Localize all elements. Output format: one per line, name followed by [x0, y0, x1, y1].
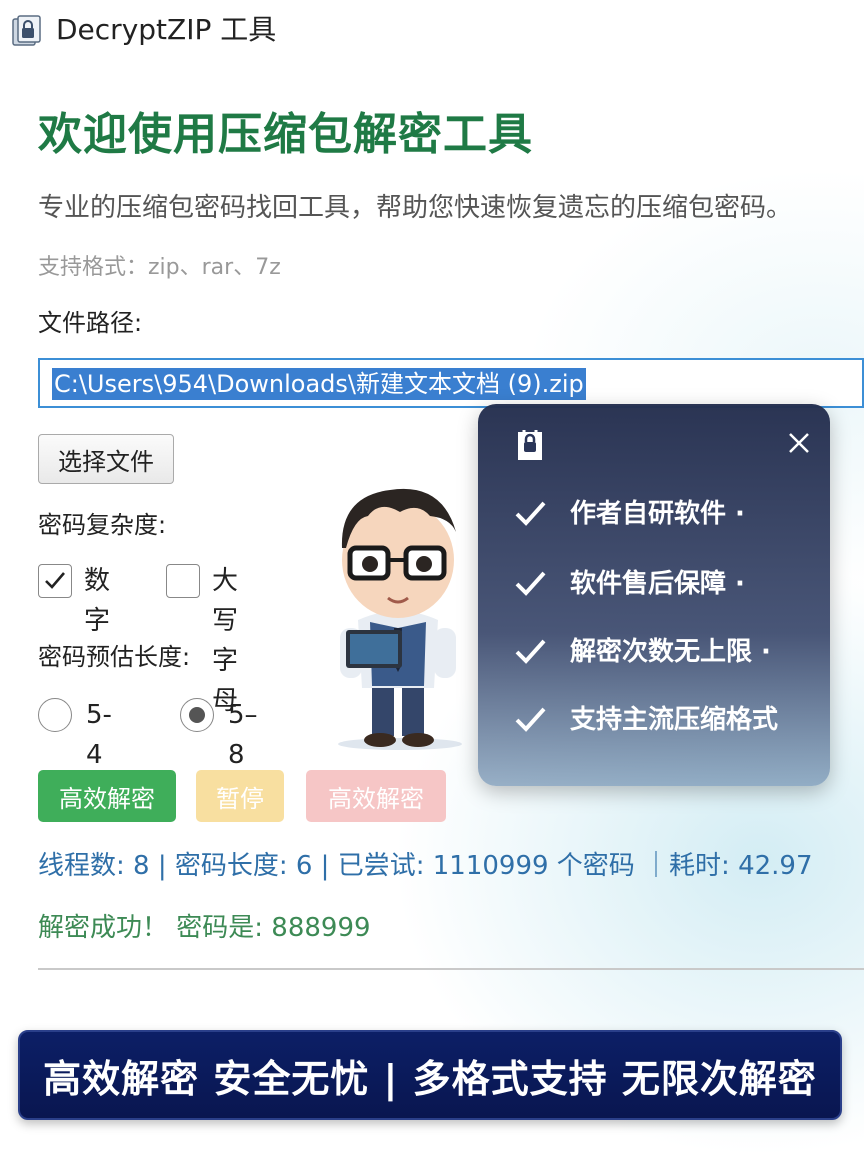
digits-checkbox[interactable]: [38, 564, 72, 598]
radio-selected-dot: [189, 707, 205, 723]
check-icon: [515, 571, 546, 596]
file-path-value: C:\Users\954\Downloads\新建文本文档 (9).zip: [52, 368, 586, 400]
feature-label: 软件售后保障 ·: [570, 569, 745, 599]
divider: [38, 968, 864, 970]
popup-logo-icon: [518, 430, 542, 460]
complexity-label: 密码复杂度:: [38, 511, 167, 539]
progress-stats: 线程数: 8 | 密码长度: 6 | 已尝试: 1110999 个密码 ｜耗时:…: [38, 851, 813, 881]
decrypt-button[interactable]: 高效解密: [38, 770, 176, 822]
feature-label: 解密次数无上限 ·: [570, 637, 771, 667]
file-path-input[interactable]: C:\Users\954\Downloads\新建文本文档 (9).zip: [38, 358, 864, 408]
check-icon: [515, 501, 546, 526]
feature-label: 支持主流压缩格式: [570, 705, 779, 735]
digits-label: 数字: [84, 566, 111, 636]
promo-banner: 高效解密 安全无忧 | 多格式支持 无限次解密: [18, 1030, 842, 1120]
length-label: 密码预估长度:: [38, 643, 191, 671]
check-icon: [515, 707, 546, 732]
promo-banner-text: 高效解密 安全无忧 | 多格式支持 无限次解密: [43, 1056, 817, 1101]
choose-file-button[interactable]: 选择文件: [38, 434, 174, 484]
mascot-illustration: [338, 488, 462, 750]
success-message: 解密成功！ 密码是: 888999: [38, 913, 371, 943]
features-popup: 作者自研软件 · 软件售后保障 · 解密次数无上限 · 支持主流压缩格式: [478, 404, 830, 786]
title-bar: DecryptZIP 工具: [0, 0, 864, 62]
window-title: DecryptZIP 工具: [56, 13, 277, 46]
file-path-label: 文件路径:: [38, 309, 143, 337]
page-title: 欢迎使用压缩包解密工具: [38, 109, 533, 160]
decrypt-button-secondary[interactable]: 高效解密: [306, 770, 446, 822]
page-subtitle: 专业的压缩包密码找回工具，帮助您快速恢复遗忘的压缩包密码。: [38, 193, 793, 223]
close-icon[interactable]: [786, 430, 812, 456]
feature-label: 作者自研软件 ·: [570, 499, 745, 529]
check-icon: [515, 639, 546, 664]
pause-button[interactable]: 暂停: [196, 770, 284, 822]
supported-formats: 支持格式：zip、rar、7z: [38, 255, 281, 280]
length-radio-5-4[interactable]: [38, 698, 72, 732]
checkbox-checked-icon: [45, 572, 65, 589]
app-icon: [12, 15, 41, 46]
length-radio-5-8[interactable]: [180, 698, 214, 732]
uppercase-checkbox[interactable]: [166, 564, 200, 598]
